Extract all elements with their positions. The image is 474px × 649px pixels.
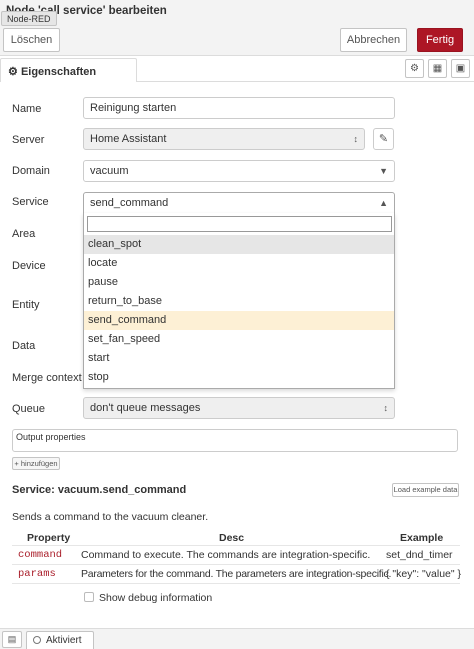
dropdown-option[interactable]: clean_spot [84, 235, 394, 254]
table-cell-property: command [18, 549, 63, 561]
table-divider [12, 545, 460, 546]
queue-select-value: don't queue messages [90, 402, 201, 414]
table-cell-desc: Command to execute. The commands are int… [81, 549, 371, 561]
dropdown-option[interactable]: locate [84, 254, 394, 273]
app-tooltip: Node-RED [1, 11, 57, 26]
service-description: Sends a command to the vacuum cleaner. [12, 511, 209, 523]
updown-arrow-icon: ↕ [353, 134, 359, 144]
delete-button[interactable]: Löschen [3, 28, 60, 52]
merge-context-label: Merge context [12, 372, 82, 384]
gear-icon[interactable]: ⚙ [405, 59, 424, 78]
debug-checkbox[interactable] [84, 592, 94, 602]
output-properties-title: Output properties [16, 432, 86, 442]
table-divider [12, 564, 460, 565]
dropdown-option[interactable]: return_to_base [84, 292, 394, 311]
updown-arrow-icon: ↕ [383, 403, 389, 413]
done-button[interactable]: Fertig [417, 28, 463, 52]
name-label: Name [12, 103, 42, 115]
dropdown-option-selected[interactable]: send_command [84, 311, 394, 330]
cog-icon: ⚙ [8, 66, 18, 78]
dropdown-option[interactable]: start [84, 349, 394, 368]
service-select-value: send_command [90, 197, 169, 209]
table-cell-property: params [18, 568, 56, 580]
device-label: Device [12, 260, 46, 272]
dropdown-option[interactable]: set_fan_speed [84, 330, 394, 349]
layout-icon[interactable]: ▣ [451, 59, 470, 78]
table-cell-desc: Parameters for the command. The paramete… [81, 568, 392, 580]
column-header-desc: Desc [219, 532, 245, 544]
dropdown-search-input[interactable] [87, 216, 392, 232]
table-cell-example: { "key": "value" } [386, 568, 462, 580]
service-dropdown: clean_spot locate pause return_to_base s… [83, 213, 395, 389]
node-enabled-label: Aktiviert [46, 635, 82, 646]
add-output-button[interactable]: + hinzufügen [12, 457, 60, 470]
table-cell-example: set_dnd_timer [386, 549, 453, 561]
tab-divider [137, 81, 474, 82]
dropdown-option[interactable]: pause [84, 273, 394, 292]
area-label: Area [12, 228, 36, 240]
server-label: Server [12, 134, 45, 146]
queue-label: Queue [12, 403, 46, 415]
edit-server-button[interactable]: ✎ [373, 128, 394, 150]
dropdown-option[interactable]: stop [84, 368, 394, 387]
domain-label: Domain [12, 165, 50, 177]
tab-properties-label: Eigenschaften [20, 66, 97, 78]
domain-select[interactable]: vacuum ▼ [83, 160, 395, 182]
name-input[interactable]: Reinigung starten [83, 97, 395, 119]
table-divider [12, 583, 460, 584]
server-select-value: Home Assistant [90, 133, 167, 145]
chevron-down-icon: ▼ [379, 166, 388, 176]
debug-checkbox-label: Show debug information [99, 592, 213, 604]
chevron-up-icon: ▲ [379, 198, 388, 208]
column-header-example: Example [400, 532, 444, 544]
document-icon[interactable]: ▦ [428, 59, 447, 78]
service-select[interactable]: send_command ▲ [83, 192, 395, 214]
server-select[interactable]: Home Assistant ↕ [83, 128, 365, 150]
pencil-icon: ✎ [378, 133, 389, 145]
output-properties-list: Output properties [12, 429, 458, 452]
book-icon[interactable]: ▤ [2, 631, 22, 648]
domain-select-value: vacuum [90, 165, 129, 177]
load-example-button[interactable]: Load example data [392, 483, 459, 497]
service-title: Service: vacuum.send_command [12, 484, 187, 496]
column-header-property: Property [27, 532, 71, 544]
circle-icon [33, 636, 41, 644]
cancel-button[interactable]: Abbrechen [340, 28, 407, 52]
data-label: Data [12, 340, 36, 352]
queue-select[interactable]: don't queue messages ↕ [83, 397, 395, 419]
service-label: Service [12, 196, 49, 208]
entity-label: Entity [12, 299, 40, 311]
tab-properties[interactable]: ⚙ Eigenschaften [0, 58, 137, 82]
node-enabled-toggle[interactable]: Aktiviert [26, 631, 94, 649]
